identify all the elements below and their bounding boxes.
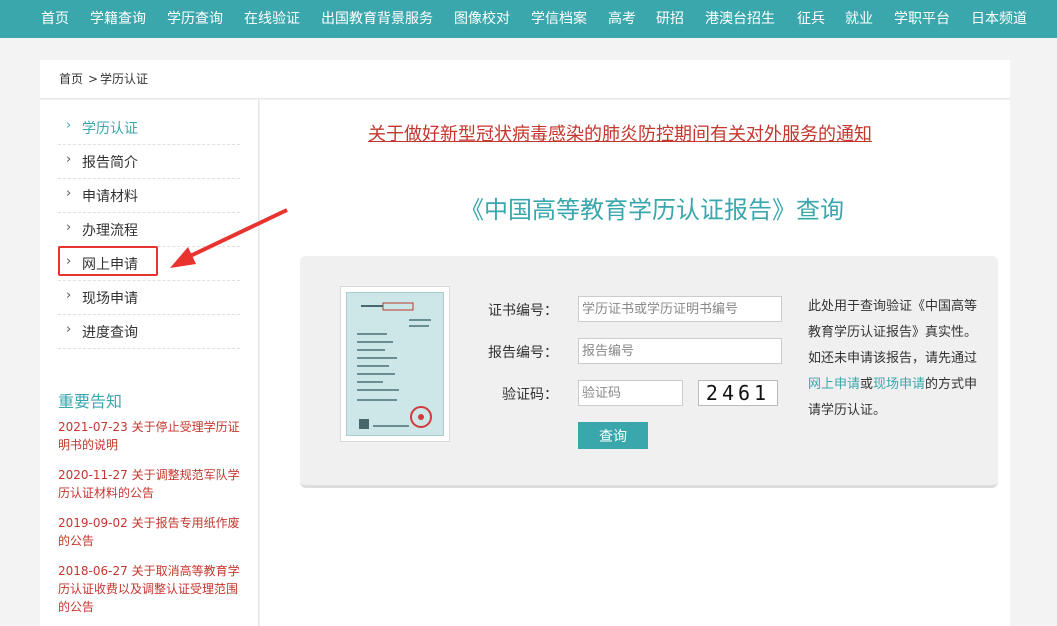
nav-hk-macau-taiwan[interactable]: 港澳台招生 [705,0,775,38]
nav-gaokao[interactable]: 高考 [608,0,636,38]
nav-xuexin-archive[interactable]: 学信档案 [531,0,587,38]
chevron-right-icon: › [66,288,72,303]
chevron-right-icon: › [66,220,72,235]
epidemic-notice-link[interactable]: 关于做好新型冠状病毒感染的肺炎防控期间有关对外服务的通知 [368,120,872,146]
sidebar-item-onsite-apply[interactable]: › 现场申请 [58,280,240,315]
sidebar: › 学历认证 › 报告简介 › 申请材料 › 办理流程 › 网上申请 › 现场申… [40,100,259,626]
nav-japan-channel[interactable]: 日本频道 [971,0,1027,38]
nav-image-proofread[interactable]: 图像校对 [454,0,510,38]
query-button[interactable]: 查询 [578,422,648,449]
nav-conscription[interactable]: 征兵 [797,0,825,38]
nav-career-platform[interactable]: 学职平台 [894,0,950,38]
breadcrumb-separator: > [88,72,99,86]
chevron-right-icon: › [66,152,72,167]
chevron-right-icon: › [66,118,72,133]
nav-graduate-admission[interactable]: 研招 [656,0,684,38]
sidebar-item-label: 办理流程 [82,223,138,239]
nav-online-verify[interactable]: 在线验证 [244,0,300,38]
cert-number-label: 证书编号： [488,303,558,319]
sidebar-item-degree-cert[interactable]: › 学历认证 [58,110,240,145]
notice-item[interactable]: 2020-11-27 关于调整规范军队学历认证材料的公告 [58,466,244,502]
sidebar-item-materials[interactable]: › 申请材料 [58,178,240,213]
certificate-image [340,286,450,442]
top-navigation: 首页 学籍查询 学历查询 在线验证 出国教育背景服务 图像校对 学信档案 高考 … [0,0,1057,38]
sidebar-item-progress[interactable]: › 进度查询 [58,314,240,349]
query-title: 《中国高等教育学历认证报告》查询 [460,196,844,224]
notice-item[interactable]: 2019-09-02 关于报告专用纸作废的公告 [58,514,244,550]
certificate-sample-icon [357,302,432,429]
onsite-apply-link[interactable]: 现场申请 [873,377,925,392]
nav-home[interactable]: 首页 [41,0,69,38]
nav-student-status[interactable]: 学籍查询 [90,0,146,38]
highlight-box [58,246,158,276]
breadcrumb-home[interactable]: 首页 [59,60,83,98]
sidebar-item-label: 申请材料 [82,189,138,205]
notices-title: 重要告知 [58,392,123,411]
notice-date: 2018-06-27 [58,564,128,578]
report-number-label: 报告编号： [488,345,558,361]
captcha-input[interactable] [578,380,683,406]
captcha-label: 验证码： [502,387,558,403]
sidebar-item-process[interactable]: › 办理流程 [58,212,240,247]
main-content: 关于做好新型冠状病毒感染的肺炎防控期间有关对外服务的通知 《中国高等教育学历认证… [260,100,1010,626]
online-apply-link[interactable]: 网上申请 [808,377,860,392]
sidebar-item-label: 报告简介 [82,155,138,171]
query-panel: 证书编号： 报告编号： 验证码： 2461 查询 此处用于查询验证《中国高等教育… [300,256,998,488]
breadcrumb: 首页 > 学历认证 [40,60,1010,99]
report-number-input[interactable] [578,338,782,364]
chevron-right-icon: › [66,186,72,201]
nav-degree-query[interactable]: 学历查询 [167,0,223,38]
notice-date: 2019-09-02 [58,516,128,530]
help-text: 此处用于查询验证《中国高等教育学历认证报告》真实性。如还未申请该报告，请先通过网… [808,299,978,418]
notice-date: 2021-07-23 [58,420,128,434]
notice-item[interactable]: 2018-06-27 关于取消高等教育学历认证收费以及调整认证受理范围的公告 [58,562,244,616]
nav-employment[interactable]: 就业 [845,0,873,38]
notice-item[interactable]: 2021-07-23 关于停止受理学历证明书的说明 [58,418,244,454]
nav-abroad-education[interactable]: 出国教育背景服务 [321,0,433,38]
cert-number-input[interactable] [578,296,782,322]
notice-date: 2020-11-27 [58,468,128,482]
sidebar-item-label: 学历认证 [82,121,138,137]
chevron-right-icon: › [66,322,72,337]
sidebar-item-label: 现场申请 [82,291,138,307]
breadcrumb-current: 学历认证 [100,72,149,86]
sidebar-item-report-intro[interactable]: › 报告简介 [58,144,240,179]
sidebar-item-label: 进度查询 [82,325,138,341]
captcha-image[interactable]: 2461 [698,380,778,406]
